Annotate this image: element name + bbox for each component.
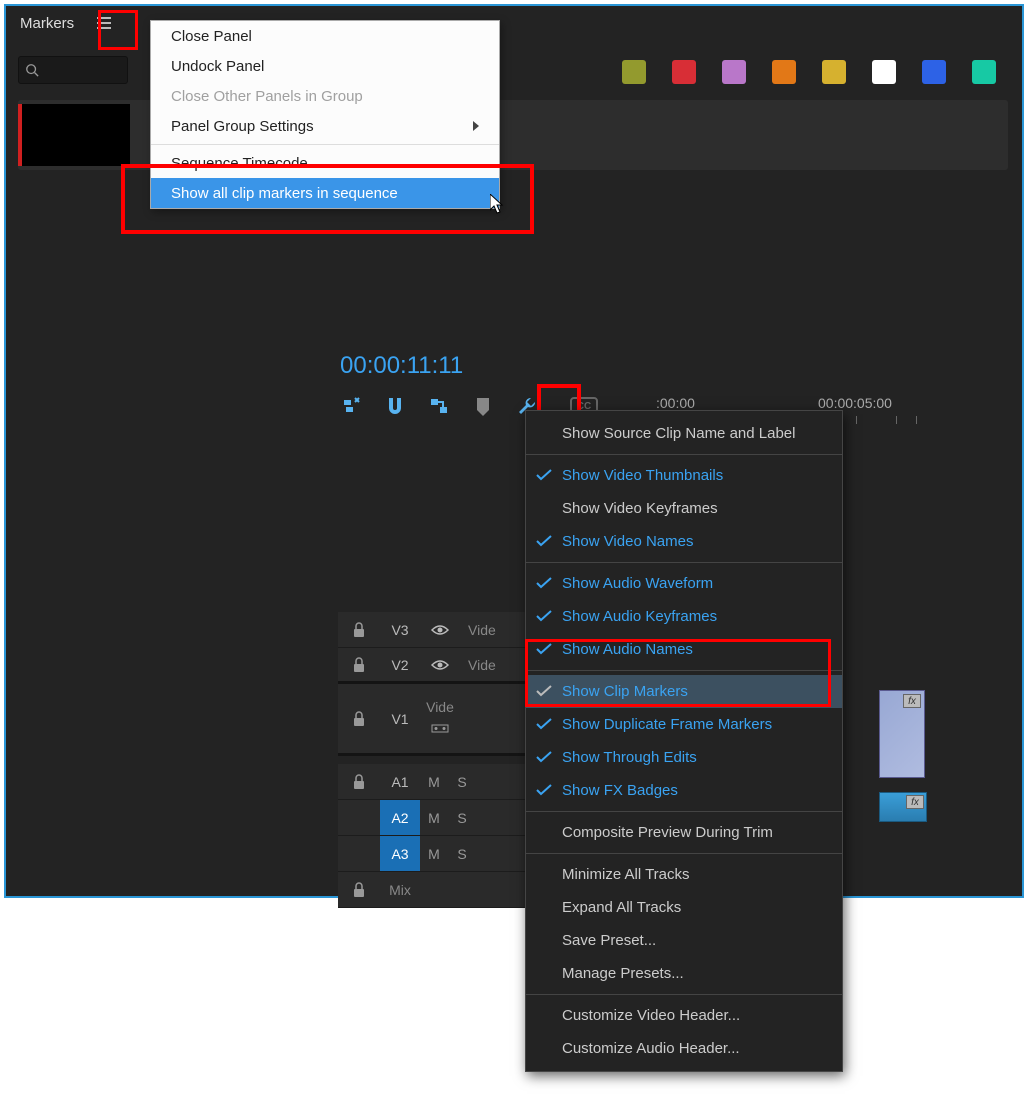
panel-dropdown-menu: Close Panel Undock Panel Close Other Pan… [150, 20, 500, 209]
lock-icon[interactable] [352, 622, 366, 638]
lock-icon[interactable] [352, 774, 366, 790]
wmenu-audio-keyframes[interactable]: Show Audio Keyframes [526, 600, 842, 633]
tracks-header-area: V3 Vide V2 Vide V1 Vide A1 [338, 612, 556, 908]
mute-button[interactable]: M [420, 774, 448, 790]
marker-thumbnail [22, 104, 130, 166]
wmenu-through-edits[interactable]: Show Through Edits [526, 741, 842, 774]
solo-button[interactable]: S [448, 810, 476, 826]
wmenu-duplicate-frame-markers[interactable]: Show Duplicate Frame Markers [526, 708, 842, 741]
lock-icon[interactable] [352, 882, 366, 898]
check-icon [536, 469, 552, 481]
timeline-display-menu: Show Source Clip Name and Label Show Vid… [525, 410, 843, 1072]
panel-title: Markers [20, 15, 74, 32]
snap-icon[interactable] [384, 395, 406, 417]
video-clip[interactable]: fx [879, 690, 925, 778]
track-v2[interactable]: V2 Vide [338, 648, 556, 684]
wmenu-expand-tracks[interactable]: Expand All Tracks [526, 891, 842, 924]
check-icon [536, 577, 552, 589]
swatch-blue[interactable] [922, 60, 946, 84]
swatch-gold[interactable] [822, 60, 846, 84]
marker-icon[interactable] [472, 395, 494, 417]
swatch-teal[interactable] [972, 60, 996, 84]
wmenu-composite-preview[interactable]: Composite Preview During Trim [526, 816, 842, 849]
track-v3[interactable]: V3 Vide [338, 612, 556, 648]
wmenu-customize-video-header[interactable]: Customize Video Header... [526, 999, 842, 1032]
track-v1[interactable]: V1 Vide [338, 684, 556, 756]
track-name: Vide [460, 657, 496, 673]
check-icon [536, 784, 552, 796]
swatch-orange[interactable] [772, 60, 796, 84]
wmenu-audio-waveform[interactable]: Show Audio Waveform [526, 567, 842, 600]
menu-close-panel[interactable]: Close Panel [151, 21, 499, 51]
track-a3[interactable]: A3 M S [338, 836, 556, 872]
track-a1[interactable]: A1 M S [338, 764, 556, 800]
track-name: Vide [426, 699, 454, 715]
ruler-label-1: 00:00:05:00 [818, 395, 892, 411]
color-swatches [622, 60, 996, 84]
swatch-white[interactable] [872, 60, 896, 84]
wmenu-show-clip-markers[interactable]: Show Clip Markers [526, 675, 842, 708]
lock-icon[interactable] [352, 711, 366, 727]
wmenu-manage-presets[interactable]: Manage Presets... [526, 957, 842, 990]
wmenu-save-preset[interactable]: Save Preset... [526, 924, 842, 957]
eye-icon[interactable] [431, 659, 449, 671]
mute-button[interactable]: M [420, 846, 448, 862]
wmenu-customize-audio-header[interactable]: Customize Audio Header... [526, 1032, 842, 1065]
search-icon [25, 63, 39, 77]
linked-selection-icon[interactable] [428, 395, 450, 417]
track-label[interactable]: V1 [380, 711, 420, 727]
search-input[interactable] [18, 56, 128, 84]
menu-separator [151, 144, 499, 145]
fx-badge: fx [906, 795, 924, 809]
panel-menu-button[interactable] [90, 9, 118, 37]
menu-close-other-panels: Close Other Panels in Group [151, 81, 499, 111]
track-label[interactable]: A1 [380, 774, 420, 790]
wmenu-video-keyframes[interactable]: Show Video Keyframes [526, 492, 842, 525]
check-icon [536, 643, 552, 655]
menu-sequence-timecode[interactable]: Sequence Timecode [151, 148, 499, 178]
menu-undock-panel[interactable]: Undock Panel [151, 51, 499, 81]
keyframe-icon[interactable] [431, 721, 449, 738]
wmenu-audio-names[interactable]: Show Audio Names [526, 633, 842, 666]
track-label[interactable]: A2 [380, 800, 420, 835]
check-icon [536, 610, 552, 622]
fx-badge: fx [903, 694, 921, 708]
track-label[interactable]: Mix [380, 882, 420, 898]
wmenu-fx-badges[interactable]: Show FX Badges [526, 774, 842, 807]
app-window: Markers Close Panel Undock Panel Close O… [4, 4, 1024, 898]
track-a2[interactable]: A2 M S [338, 800, 556, 836]
solo-button[interactable]: S [448, 774, 476, 790]
menu-show-all-clip-markers[interactable]: Show all clip markers in sequence [151, 178, 499, 208]
check-icon [536, 751, 552, 763]
insert-overwrite-icon[interactable] [340, 395, 362, 417]
ruler-label-0: :00:00 [656, 395, 695, 411]
check-icon [536, 685, 552, 697]
mute-button[interactable]: M [420, 810, 448, 826]
audio-clip[interactable]: fx [879, 792, 927, 822]
wmenu-video-thumbnails[interactable]: Show Video Thumbnails [526, 459, 842, 492]
eye-icon[interactable] [431, 624, 449, 636]
swatch-olive[interactable] [622, 60, 646, 84]
track-label[interactable]: V2 [380, 657, 420, 673]
hamburger-icon [97, 17, 111, 29]
swatch-purple[interactable] [722, 60, 746, 84]
wmenu-video-names[interactable]: Show Video Names [526, 525, 842, 558]
search-row [18, 56, 128, 84]
lock-icon[interactable] [352, 657, 366, 673]
track-name: Vide [460, 622, 496, 638]
swatch-red[interactable] [672, 60, 696, 84]
wmenu-source-clip-name[interactable]: Show Source Clip Name and Label [526, 417, 842, 450]
track-mix[interactable]: Mix 0 [338, 872, 556, 908]
track-label[interactable]: V3 [380, 622, 420, 638]
check-icon [536, 718, 552, 730]
wmenu-minimize-tracks[interactable]: Minimize All Tracks [526, 858, 842, 891]
timecode-display[interactable]: 00:00:11:11 [340, 352, 1028, 380]
track-label[interactable]: A3 [380, 836, 420, 871]
chevron-right-icon [473, 121, 479, 131]
solo-button[interactable]: S [448, 846, 476, 862]
check-icon [536, 535, 552, 547]
menu-panel-group-settings[interactable]: Panel Group Settings [151, 111, 499, 141]
